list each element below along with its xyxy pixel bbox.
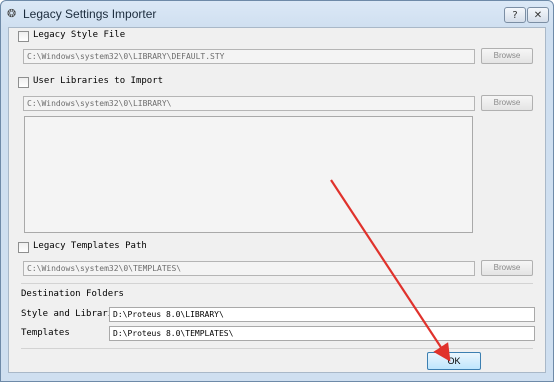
- arrow-line: [330, 179, 451, 362]
- annotation-arrow: [330, 179, 451, 362]
